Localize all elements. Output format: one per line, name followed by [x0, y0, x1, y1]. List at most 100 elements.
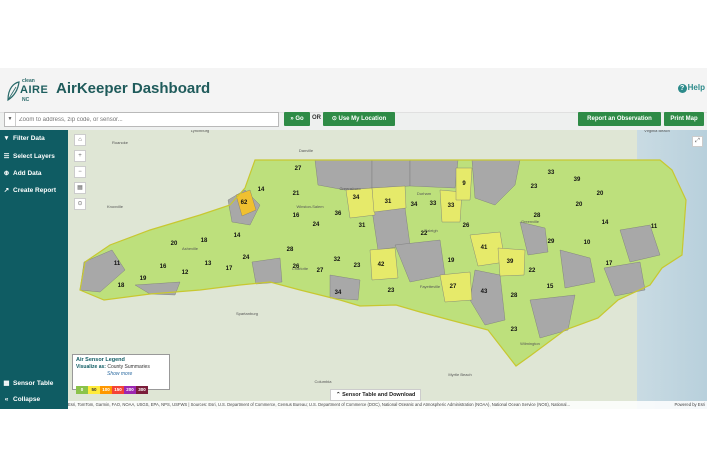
county-value-label[interactable]: 29 [548, 239, 555, 245]
report-observation-button[interactable]: Report an Observation [578, 112, 661, 126]
county-value-label[interactable]: 43 [481, 289, 488, 295]
county-value-label[interactable]: 20 [597, 191, 604, 197]
county-value-label[interactable]: 22 [529, 268, 536, 274]
plus-circle-icon: ⊕ [3, 170, 10, 177]
county-value-label[interactable]: 22 [421, 231, 428, 237]
go-button[interactable]: » Go [284, 112, 310, 126]
county-value-label[interactable]: 11 [114, 261, 121, 267]
county-value-label[interactable]: 33 [548, 170, 555, 176]
county-value-label[interactable]: 23 [354, 263, 361, 269]
county-value-label[interactable]: 33 [448, 203, 455, 209]
county-value-label[interactable]: 14 [234, 233, 241, 239]
county-value-label[interactable]: 34 [353, 195, 360, 201]
county-value-label[interactable]: 34 [335, 290, 342, 296]
county-value-label[interactable]: 33 [430, 201, 437, 207]
double-chevron-left-icon: « [4, 396, 9, 403]
county-value-label[interactable]: 28 [534, 213, 541, 219]
county-value-label[interactable]: 24 [313, 222, 320, 228]
county-value-label[interactable]: 26 [463, 223, 470, 229]
county-value-label[interactable]: 39 [507, 259, 514, 265]
app-header: clean AIRE NC AirKeeper Dashboard ? Help [0, 68, 707, 113]
county-value-label[interactable]: 20 [171, 241, 178, 247]
gray-county [371, 207, 411, 251]
help-label: Help [687, 83, 705, 92]
county-value-label[interactable]: 24 [243, 255, 250, 261]
print-map-button[interactable]: Print Map [664, 112, 704, 126]
county-value-label[interactable]: 14 [602, 220, 609, 226]
county-value-label[interactable]: 21 [293, 191, 300, 197]
county-value-label[interactable]: 28 [287, 247, 294, 253]
county-value-label[interactable]: 23 [511, 327, 518, 333]
app-frame: clean AIRE NC AirKeeper Dashboard ? Help … [0, 68, 707, 409]
place-label: Greenville [521, 219, 540, 224]
fullscreen-icon[interactable]: ⤢ [692, 136, 703, 147]
county-value-label[interactable]: 27 [295, 166, 302, 172]
legend-show-more-link[interactable]: Show more [107, 371, 132, 377]
sensor-table-download-button[interactable]: ⌃ Sensor Table and Download [330, 389, 422, 401]
sidebar: ▼ Filter Data ☰ Select Layers ⊕ Add Data ↗ C… [0, 130, 68, 409]
county-value-label[interactable]: 20 [576, 202, 583, 208]
zoom-in-icon[interactable]: + [74, 150, 86, 162]
county-value-label[interactable]: 13 [205, 261, 212, 267]
county-value-label[interactable]: 42 [378, 262, 385, 268]
county-value-label[interactable]: 15 [547, 284, 554, 290]
county-value-label[interactable]: 34 [411, 202, 418, 208]
place-label: Wilmington [520, 341, 540, 346]
county-value-label[interactable]: 32 [334, 257, 341, 263]
home-icon[interactable]: ⌂ [74, 134, 86, 146]
grid-icon[interactable]: ▦ [74, 182, 86, 194]
help-link[interactable]: ? Help [677, 83, 705, 93]
chevron-down-icon[interactable]: ▼ [5, 113, 16, 126]
map-view[interactable]: RoanokeLynchburgCharlottesvilleRichmondV… [68, 130, 707, 409]
search-input[interactable] [19, 113, 269, 126]
county-value-label[interactable]: 16 [293, 213, 300, 219]
county-value-label[interactable]: 27 [317, 268, 324, 274]
table-icon: ▦ [3, 380, 10, 387]
county-value-label[interactable]: 11 [651, 224, 658, 230]
county-value-label[interactable]: 28 [511, 293, 518, 299]
leaf-logo-icon [7, 81, 20, 102]
county-value-label[interactable]: 18 [201, 238, 208, 244]
sidebar-item-label: Filter Data [13, 135, 45, 142]
logo-nc-text: NC [22, 97, 30, 103]
gray-county [409, 159, 459, 189]
county-value-label[interactable]: 23 [531, 184, 538, 190]
county-value-label[interactable]: 14 [258, 187, 265, 193]
county-value-label[interactable]: 31 [385, 199, 392, 205]
legend-visualize: Visualize as: County Summaries [76, 364, 150, 370]
place-label: Winston-Salem [296, 204, 324, 209]
sidebar-item-create-report[interactable]: ↗ Create Report [2, 186, 56, 194]
county-value-label[interactable]: 19 [448, 258, 455, 264]
or-text: OR [312, 115, 321, 121]
county-value-label[interactable]: 10 [584, 240, 591, 246]
legend-visualize-value[interactable]: County Summaries [107, 364, 150, 370]
sidebar-item-select-layers[interactable]: ☰ Select Layers [2, 152, 55, 160]
place-label: Fayetteville [420, 284, 441, 289]
county-value-label[interactable]: 16 [160, 264, 167, 270]
use-my-location-button[interactable]: ⊙ Use My Location [323, 112, 395, 126]
county-value-label[interactable]: 26 [293, 264, 300, 270]
county-value-label[interactable]: 62 [241, 200, 248, 206]
search-box[interactable]: ▼ [4, 112, 279, 127]
sidebar-item-collapse[interactable]: « Collapse [2, 396, 40, 403]
county-value-label[interactable]: 27 [450, 284, 457, 290]
locate-icon[interactable]: ⊙ [74, 198, 86, 210]
legend-swatch: 300 [136, 386, 148, 394]
county-value-label[interactable]: 39 [574, 177, 581, 183]
county-value-label[interactable]: 41 [481, 245, 488, 251]
county-value-label[interactable]: 36 [335, 211, 342, 217]
county-value-label[interactable]: 18 [118, 283, 125, 289]
county-value-label[interactable]: 17 [226, 266, 233, 272]
sidebar-item-add-data[interactable]: ⊕ Add Data [2, 169, 42, 177]
filter-icon: ▼ [3, 135, 10, 142]
county-value-label[interactable]: 17 [606, 261, 613, 267]
county-value-label[interactable]: 31 [359, 223, 366, 229]
county-value-label[interactable]: 19 [140, 276, 147, 282]
list-icon: ☰ [3, 153, 10, 160]
sidebar-item-filter-data[interactable]: ▼ Filter Data [2, 135, 45, 142]
county-value-label[interactable]: 23 [388, 288, 395, 294]
zoom-out-icon[interactable]: − [74, 166, 86, 178]
county-value-label[interactable]: 12 [182, 270, 189, 276]
sidebar-item-sensor-table[interactable]: ▦ Sensor Table [2, 379, 53, 387]
place-label: Spartanburg [236, 311, 258, 316]
